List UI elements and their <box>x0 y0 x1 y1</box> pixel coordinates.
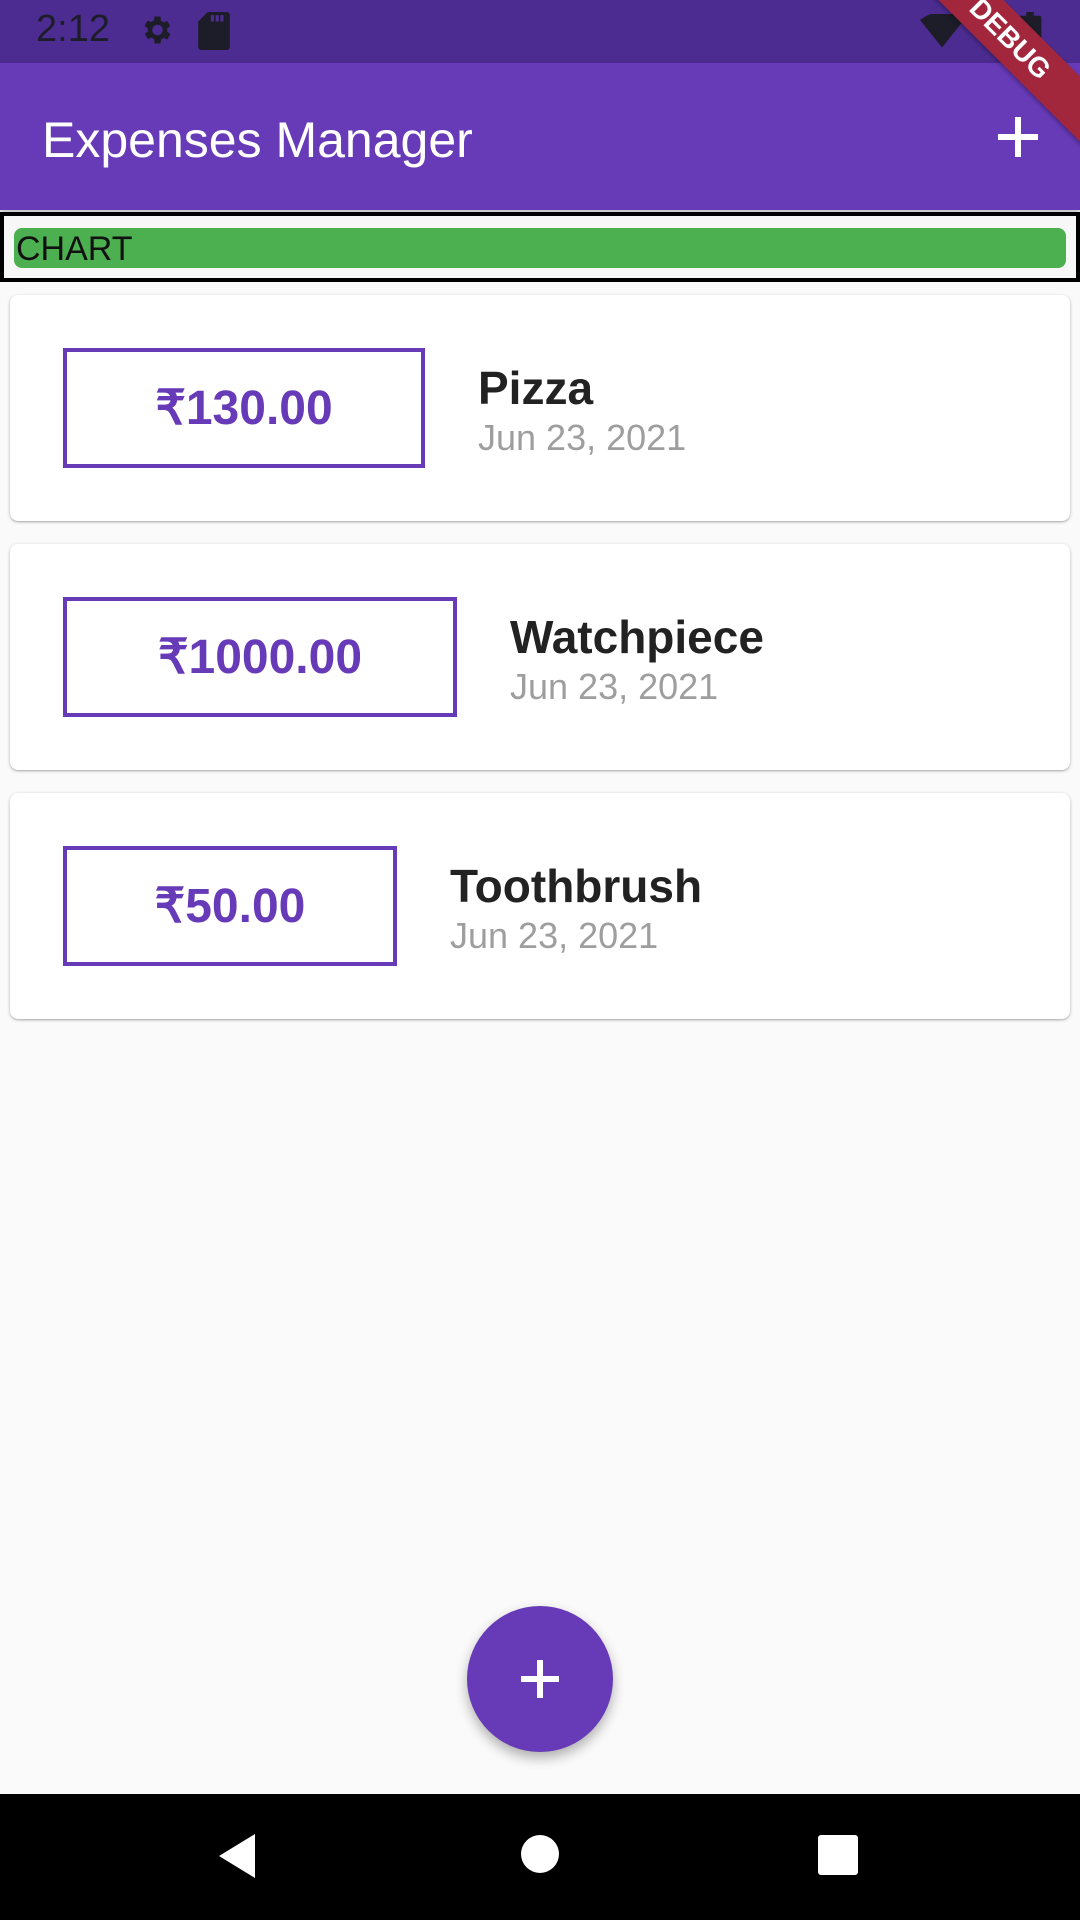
transaction-card[interactable]: ₹1000.00 Watchpiece Jun 23, 2021 <box>10 544 1070 770</box>
amount-text: ₹1000.00 <box>157 631 363 684</box>
gear-icon <box>138 12 174 53</box>
transaction-card[interactable]: ₹50.00 Toothbrush Jun 23, 2021 <box>10 793 1070 1019</box>
chart-container: CHART <box>0 212 1080 282</box>
amount-text: ₹50.00 <box>154 880 306 933</box>
chart-bar <box>14 228 1066 268</box>
plus-icon <box>998 117 1038 157</box>
home-icon[interactable] <box>520 1834 560 1879</box>
app-bar: Expenses Manager <box>0 63 1080 210</box>
app-title: Expenses Manager <box>42 112 473 168</box>
chart-label: CHART <box>16 230 133 268</box>
back-icon[interactable] <box>215 1832 259 1885</box>
status-time: 2:12 <box>36 8 110 50</box>
sd-card-icon <box>198 12 230 55</box>
wifi-icon <box>920 12 964 53</box>
amount-box: ₹50.00 <box>63 846 397 966</box>
transaction-date: Jun 23, 2021 <box>478 417 687 458</box>
amount-box: ₹1000.00 <box>63 597 457 717</box>
plus-icon <box>521 1660 559 1698</box>
status-bar: 2:12 <box>0 0 1080 63</box>
add-transaction-button[interactable] <box>988 107 1048 167</box>
system-nav-bar <box>0 1794 1080 1920</box>
transaction-date: Jun 23, 2021 <box>510 666 719 707</box>
transaction-card[interactable]: ₹130.00 Pizza Jun 23, 2021 <box>10 295 1070 521</box>
recents-icon[interactable] <box>817 1834 859 1881</box>
transaction-title: Watchpiece <box>510 611 764 663</box>
amount-text: ₹130.00 <box>155 382 333 435</box>
transaction-title: Toothbrush <box>450 860 703 912</box>
battery-icon <box>1018 12 1042 55</box>
amount-box: ₹130.00 <box>63 348 425 468</box>
transaction-date: Jun 23, 2021 <box>450 915 659 956</box>
add-fab-button[interactable] <box>467 1606 613 1752</box>
transaction-title: Pizza <box>478 362 594 414</box>
